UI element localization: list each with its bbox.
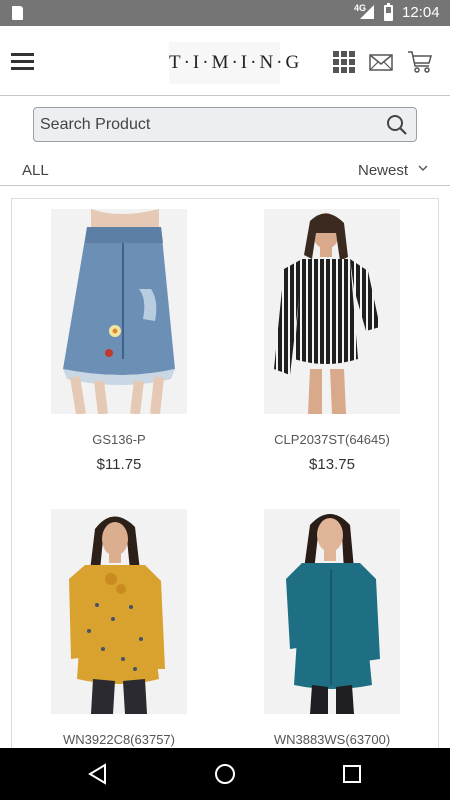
filter-bar: ALL Newest — [0, 150, 450, 186]
hamburger-icon[interactable] — [11, 53, 34, 71]
product-image-teal-tunic[interactable] — [264, 509, 400, 714]
product-price: $13.75 — [309, 456, 355, 473]
product-name[interactable]: WN3883WS(63700) — [225, 732, 439, 747]
product-name[interactable]: CLP2037ST(64645) — [225, 432, 439, 447]
search-icon[interactable] — [386, 114, 408, 136]
chevron-down-icon[interactable] — [418, 163, 428, 173]
product-image-striped-romper[interactable] — [264, 209, 400, 414]
product-price: $11.75 — [96, 456, 142, 473]
product-card[interactable]: CLP2037ST(64645) $13.75 — [225, 199, 439, 500]
home-icon[interactable] — [213, 762, 237, 786]
product-image-denim-skirt[interactable] — [51, 209, 187, 414]
status-bar: 4G 12:04 — [0, 0, 450, 26]
sd-card-icon — [12, 6, 23, 20]
product-grid: GS136-P $11.75 CLP2037ST(64645) $13.75 W… — [11, 198, 439, 800]
product-image-mustard-blouse[interactable] — [51, 509, 187, 714]
search-bar[interactable] — [33, 107, 417, 142]
cart-icon[interactable] — [407, 50, 433, 74]
category-filter[interactable]: ALL — [22, 162, 49, 179]
status-time: 12:04 — [402, 4, 440, 21]
brand-logo[interactable]: T·I·M·I·N·G — [169, 42, 299, 84]
product-name[interactable]: WN3922C8(63757) — [12, 732, 226, 747]
sort-dropdown[interactable]: Newest — [358, 162, 408, 179]
mail-icon[interactable] — [369, 54, 393, 71]
system-nav-bar — [0, 748, 450, 800]
recents-icon[interactable] — [340, 762, 364, 786]
grid-icon[interactable] — [333, 51, 355, 73]
back-icon[interactable] — [86, 762, 110, 786]
battery-icon — [384, 3, 393, 21]
signal-icon — [360, 5, 374, 19]
product-card[interactable]: GS136-P $11.75 — [12, 199, 226, 500]
product-name[interactable]: GS136-P — [12, 432, 226, 447]
search-input[interactable] — [40, 111, 370, 138]
app-header: T·I·M·I·N·G — [0, 26, 450, 96]
